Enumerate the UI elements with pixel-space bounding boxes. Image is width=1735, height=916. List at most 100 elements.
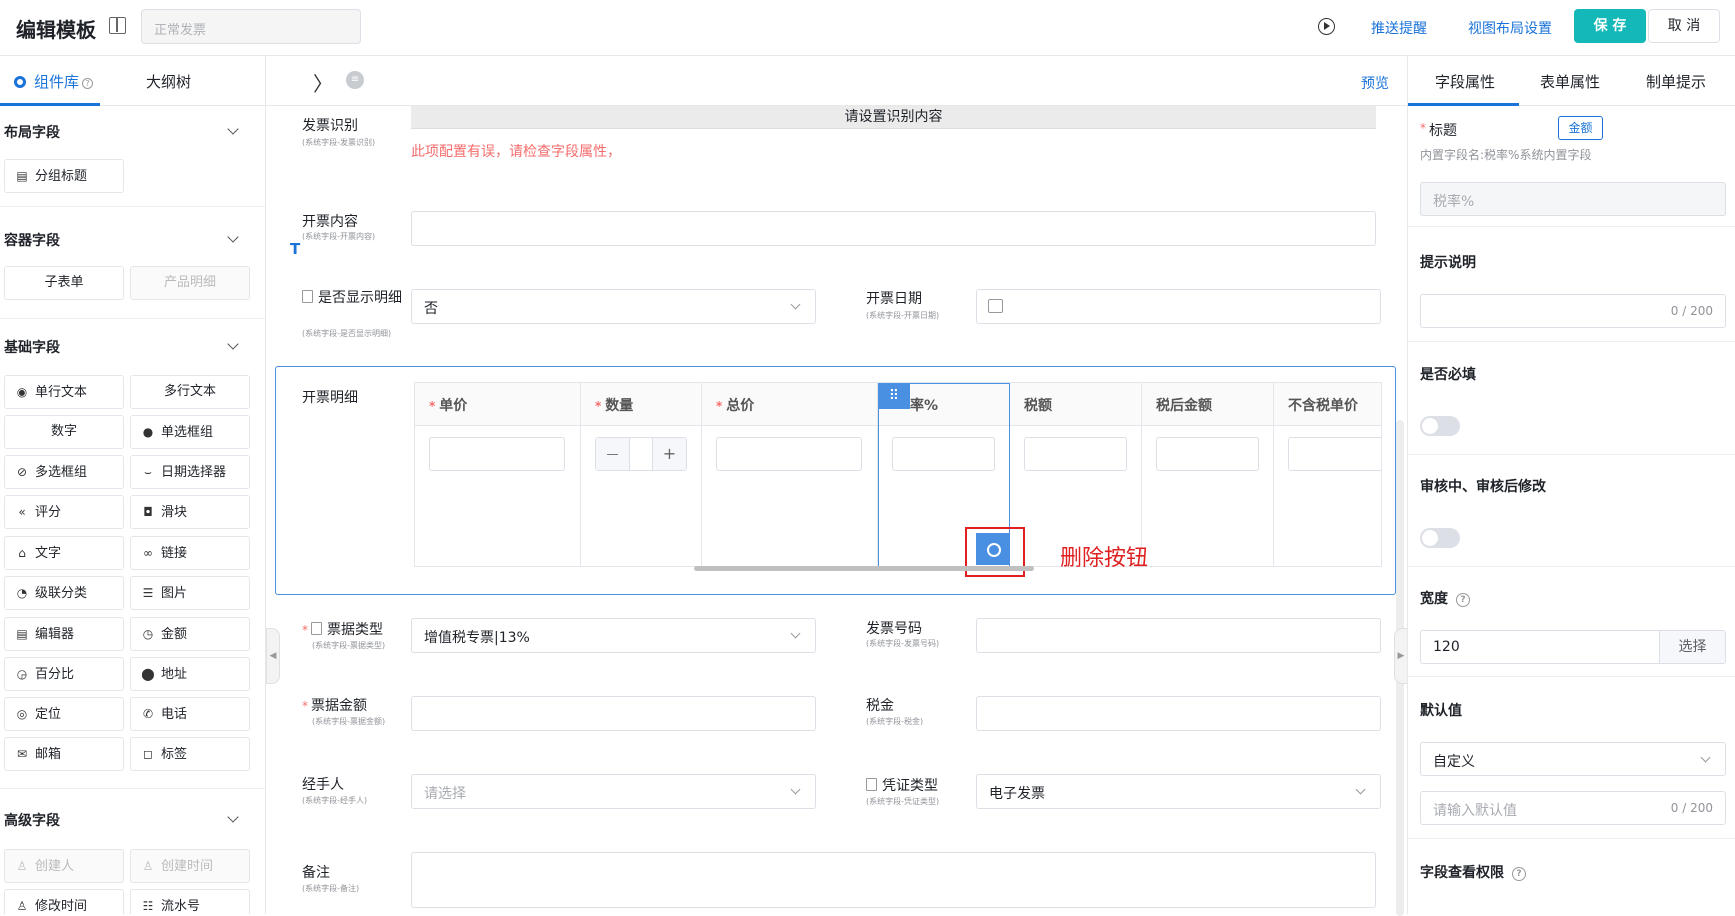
recognition-bar[interactable]: 请设置识别内容 bbox=[411, 106, 1376, 129]
column-tax-amount[interactable]: 税额 bbox=[1010, 383, 1142, 566]
minus-icon[interactable]: — bbox=[596, 438, 630, 470]
component-link[interactable]: ∞ 链接 bbox=[130, 536, 250, 570]
field-label: 开票内容 bbox=[302, 214, 358, 230]
canvas-toolbar: 〉 ≡ 预览 bbox=[266, 56, 1407, 106]
after-tax-input[interactable] bbox=[1156, 437, 1259, 471]
invoice-content-input[interactable] bbox=[411, 211, 1376, 246]
field-label: 备注 bbox=[302, 865, 330, 881]
tab-component-library[interactable]: 组件库? bbox=[14, 71, 94, 92]
drag-handle-icon[interactable]: ⠿ bbox=[878, 383, 910, 409]
section-advanced-fields[interactable]: 高级字段 bbox=[4, 810, 60, 830]
title-input[interactable]: 税率% bbox=[1420, 182, 1726, 216]
component-radio-group[interactable]: ● 单选框组 bbox=[130, 415, 250, 449]
section-container-fields[interactable]: 容器字段 bbox=[4, 230, 60, 250]
component-slider[interactable]: ◘ 滑块 bbox=[130, 495, 250, 529]
handler-select[interactable]: 请选择 bbox=[411, 774, 816, 809]
tax-amount-input[interactable] bbox=[1024, 437, 1127, 471]
permission-label: 字段查看权限? bbox=[1420, 862, 1526, 882]
column-untaxed-price[interactable]: 不含税单价 bbox=[1274, 383, 1381, 566]
component-group-title[interactable]: ▤ 分组标题 bbox=[4, 159, 124, 193]
component-serial-number[interactable]: ☷ 流水号 bbox=[130, 889, 250, 914]
component-multi-line-text[interactable]: 多行文本 bbox=[130, 375, 250, 409]
component-editor[interactable]: ▤ 编辑器 bbox=[4, 617, 124, 651]
template-name-input[interactable]: 正常发票 bbox=[141, 9, 361, 44]
component-phone[interactable]: ✆ 电话 bbox=[130, 697, 250, 731]
receipt-amount-input[interactable] bbox=[411, 696, 816, 731]
collapse-right-handle[interactable]: ▶ bbox=[1394, 628, 1408, 684]
component-subform[interactable]: 子表单 bbox=[4, 266, 124, 300]
invoice-number-input[interactable] bbox=[976, 618, 1381, 653]
view-layout-link[interactable]: 视图布局设置 bbox=[1468, 18, 1552, 38]
column-after-tax[interactable]: 税后金额 bbox=[1142, 383, 1274, 566]
width-label: 宽度? bbox=[1420, 588, 1470, 608]
modify-toggle[interactable] bbox=[1420, 528, 1460, 548]
preview-link[interactable]: 预览 bbox=[1361, 73, 1389, 93]
unit-price-input[interactable] bbox=[429, 437, 565, 471]
chevron-down-icon[interactable] bbox=[227, 231, 239, 243]
required-toggle[interactable] bbox=[1420, 416, 1460, 436]
column-unit-price[interactable]: * 单价 bbox=[415, 383, 581, 566]
layout-toggle-icon[interactable] bbox=[109, 17, 126, 34]
section-layout-fields[interactable]: 布局字段 bbox=[4, 122, 60, 142]
column-total-price[interactable]: * 总价 bbox=[702, 383, 878, 566]
hint-input[interactable]: 0 / 200 bbox=[1420, 294, 1726, 328]
quantity-stepper[interactable]: — + bbox=[595, 437, 687, 471]
total-price-input[interactable] bbox=[716, 437, 862, 471]
component-image[interactable]: ☰ 图片 bbox=[130, 576, 250, 610]
chevron-down-icon[interactable] bbox=[227, 811, 239, 823]
field-sublabel: (系统字段-凭证类型) bbox=[866, 797, 940, 806]
play-icon[interactable] bbox=[1318, 18, 1335, 35]
voucher-type-select[interactable]: 电子发票 bbox=[976, 774, 1381, 809]
component-date-picker[interactable]: ⌣ 日期选择器 bbox=[130, 455, 250, 489]
user-icon: ♙ bbox=[142, 859, 154, 873]
component-cascade[interactable]: ◔ 级联分类 bbox=[4, 576, 124, 610]
component-amount[interactable]: ◷ 金额 bbox=[130, 617, 250, 651]
tab-field-properties[interactable]: 字段属性 bbox=[1435, 71, 1495, 92]
list-icon[interactable]: ≡ bbox=[346, 71, 364, 89]
component-text[interactable]: ⌂ 文字 bbox=[4, 536, 124, 570]
component-tag[interactable]: ◻ 标签 bbox=[130, 737, 250, 771]
column-quantity[interactable]: * 数量 — + bbox=[581, 383, 702, 566]
chevron-right-icon[interactable]: 〉 bbox=[313, 68, 333, 97]
chevron-down-icon bbox=[790, 628, 801, 639]
remark-textarea[interactable] bbox=[411, 852, 1376, 908]
save-button[interactable]: 保 存 bbox=[1574, 9, 1646, 43]
component-number[interactable]: 数字 bbox=[4, 415, 124, 449]
component-mail[interactable]: ✉ 邮箱 bbox=[4, 737, 124, 771]
field-sublabel: (系统字段-发票号码) bbox=[866, 639, 940, 648]
tax-input[interactable] bbox=[976, 696, 1381, 731]
field-sublabel: (系统字段-票据金额) bbox=[312, 717, 386, 726]
width-input[interactable]: 120 选择 bbox=[1420, 630, 1726, 664]
receipt-type-select[interactable]: 增值税专票|13% bbox=[411, 618, 816, 653]
component-address[interactable]: ⬤ 地址 bbox=[130, 657, 250, 691]
component-locate[interactable]: ◎ 定位 bbox=[4, 697, 124, 731]
properties-panel: 字段属性 表单属性 制单提示 * 标题 金额 内置字段名:税率%系统内置字段 税率… bbox=[1407, 56, 1735, 914]
default-mode-select[interactable]: 自定义 bbox=[1420, 742, 1726, 776]
component-checkbox-group[interactable]: ⊘ 多选框组 bbox=[4, 455, 124, 489]
chevron-down-icon[interactable] bbox=[227, 338, 239, 350]
default-value-input[interactable]: 请输入默认值 0 / 200 bbox=[1420, 791, 1726, 825]
horizontal-scrollbar[interactable] bbox=[694, 566, 1034, 571]
show-detail-select[interactable]: 否 bbox=[411, 289, 816, 324]
untaxed-price-input[interactable] bbox=[1288, 437, 1381, 471]
component-modify-time[interactable]: ♙ 修改时间 bbox=[4, 889, 124, 914]
tab-form-properties[interactable]: 表单属性 bbox=[1540, 71, 1600, 92]
help-icon: ? bbox=[1456, 593, 1470, 607]
component-percent[interactable]: ◶ 百分比 bbox=[4, 657, 124, 691]
calendar-icon bbox=[988, 299, 1003, 313]
plus-icon[interactable]: + bbox=[652, 438, 686, 470]
invoice-date-picker[interactable] bbox=[976, 289, 1381, 324]
width-select-button[interactable]: 选择 bbox=[1659, 631, 1725, 663]
text-cursor-icon: T bbox=[290, 240, 301, 258]
section-basic-fields[interactable]: 基础字段 bbox=[4, 337, 60, 357]
collapse-left-handle[interactable]: ◀ bbox=[266, 628, 280, 684]
component-single-line-text[interactable]: ◉ 单行文本 bbox=[4, 375, 124, 409]
push-reminder-link[interactable]: 推送提醒 bbox=[1371, 18, 1427, 38]
tab-document-hints[interactable]: 制单提示 bbox=[1646, 71, 1706, 92]
component-rating[interactable]: «评分 bbox=[4, 495, 124, 529]
cancel-button[interactable]: 取 消 bbox=[1648, 9, 1720, 43]
field-sublabel: (系统字段-税金) bbox=[866, 717, 924, 726]
chevron-down-icon[interactable] bbox=[227, 123, 239, 135]
field-label: 凭证类型 bbox=[866, 777, 938, 795]
tab-outline-tree[interactable]: 大纲树 bbox=[146, 71, 191, 92]
